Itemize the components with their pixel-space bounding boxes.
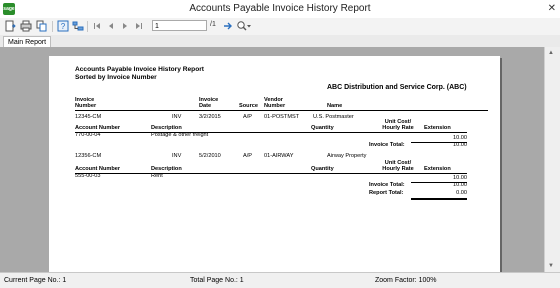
detail-header-rule — [75, 173, 467, 174]
header-name: Name — [327, 103, 343, 109]
invoice-number: 12356-CM — [75, 153, 102, 159]
invoice-total-value: 10.00 — [453, 142, 467, 148]
invoice-total-value: 10.00 — [453, 182, 467, 188]
toolbar: ? 1 /1 — [0, 18, 560, 36]
page-number-input[interactable]: 1 — [152, 20, 207, 31]
header-account-number: Account Number — [75, 125, 121, 131]
header-invoice-date-2: Date — [199, 103, 212, 109]
line-description: Postage & other freight — [151, 132, 209, 138]
report-title: Accounts Payable Invoice History Report — [75, 66, 204, 73]
line-account: 555-00-03 — [75, 173, 101, 179]
detail-header-rule — [75, 132, 467, 133]
line-extension: 10.00 — [453, 135, 467, 141]
total-page-status: Total Page No.: 1 — [190, 277, 244, 284]
title-bar: sage Accounts Payable Invoice History Re… — [0, 0, 560, 19]
invoice-vendor-name: Airway Property — [327, 153, 367, 159]
report-total-value: 0.00 — [456, 190, 467, 196]
current-page-status: Current Page No.: 1 — [4, 277, 67, 284]
header-extension: Extension — [424, 166, 451, 172]
invoice-vendor-name: U.S. Postmaster — [313, 114, 354, 120]
window-title: Accounts Payable Invoice History Report — [189, 3, 371, 14]
header-extension: Extension — [424, 125, 451, 131]
line-account: 770-00-04 — [75, 132, 101, 138]
export-icon[interactable] — [4, 20, 16, 32]
toolbar-separator — [52, 21, 53, 32]
zoom-factor-status: Zoom Factor: 100% — [375, 277, 437, 284]
header-vendor-number: Number — [264, 103, 286, 109]
invoice-source: A/P — [243, 114, 253, 120]
report-page: Accounts Payable Invoice History Report … — [49, 56, 500, 272]
header-quantity: Quantity — [311, 166, 334, 172]
invoice-date: 5/2/2010 — [199, 153, 221, 159]
first-page-icon[interactable] — [91, 20, 103, 32]
line-description: Rent — [151, 173, 163, 179]
company-name: ABC Distribution and Service Corp. (ABC) — [327, 84, 467, 91]
report-total-label: Report Total: — [369, 190, 404, 196]
header-description: Description — [151, 166, 182, 172]
header-source: Source — [239, 103, 258, 109]
toolbar-separator — [87, 21, 88, 32]
header-description: Description — [151, 125, 182, 131]
invoice-type: INV — [172, 153, 182, 159]
go-to-page-icon[interactable] — [222, 20, 234, 32]
header-rule — [75, 110, 488, 111]
vertical-scrollbar[interactable]: ▲ ▼ — [544, 47, 560, 272]
previous-page-icon[interactable] — [105, 20, 117, 32]
header-hourly-rate: Hourly Rate — [382, 166, 414, 172]
scroll-up-icon[interactable]: ▲ — [548, 50, 554, 56]
invoice-source: A/P — [243, 153, 253, 159]
next-page-icon[interactable] — [119, 20, 131, 32]
invoice-total-label: Invoice Total: — [369, 182, 405, 188]
svg-text:?: ? — [61, 22, 66, 31]
close-icon[interactable]: ✕ — [548, 3, 556, 14]
copy-icon[interactable] — [36, 20, 48, 32]
header-hourly-rate: Hourly Rate — [382, 125, 414, 131]
report-viewer: Accounts Payable Invoice History Report … — [0, 47, 544, 272]
invoice-vendor: 01-AIRWAY — [264, 153, 294, 159]
help-icon[interactable]: ? — [57, 20, 69, 32]
zoom-icon[interactable] — [236, 20, 252, 32]
report-total-double-rule — [411, 198, 467, 200]
invoice-type: INV — [172, 114, 182, 120]
header-number: Number — [75, 103, 97, 109]
invoice-number: 12345-CM — [75, 114, 102, 120]
group-tree-icon[interactable] — [72, 20, 84, 32]
print-icon[interactable] — [20, 20, 32, 32]
invoice-total-label: Invoice Total: — [369, 142, 405, 148]
line-extension: 10.00 — [453, 175, 467, 181]
report-subtitle: Sorted by Invoice Number — [75, 74, 157, 81]
scroll-down-icon[interactable]: ▼ — [548, 263, 554, 269]
page-total-label: /1 — [210, 21, 216, 28]
header-quantity: Quantity — [311, 125, 334, 131]
invoice-date: 3/2/2015 — [199, 114, 221, 120]
invoice-vendor: 01-POSTMST — [264, 114, 300, 120]
header-account-number: Account Number — [75, 166, 121, 172]
status-bar: Current Page No.: 1 Total Page No.: 1 Zo… — [0, 272, 560, 288]
last-page-icon[interactable] — [133, 20, 145, 32]
